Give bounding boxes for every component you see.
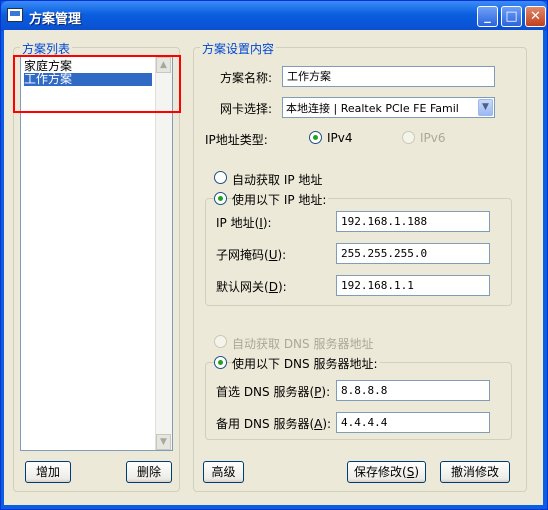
delete-button[interactable]: 删除 [126,461,172,483]
list-scrollbar[interactable]: ▲ ▼ [155,57,172,450]
ipv6-label: IPv6 [420,131,446,145]
title-bar[interactable]: 方案管理 _ □ ✕ [1,1,547,31]
settings-title: 方案设置内容 [200,40,277,57]
close-button[interactable]: ✕ [525,6,546,27]
preferred-dns-input[interactable]: 8.8.8.8 [336,380,490,401]
ipv4-label: IPv4 [327,131,353,145]
name-label: 方案名称: [220,71,273,85]
auto-ip-radio[interactable] [214,171,227,184]
alternate-dns-input[interactable]: 4.4.4.4 [336,412,490,433]
ip-type-label: IP地址类型: [205,133,268,147]
ipv6-radio[interactable] [402,131,415,144]
highlight-annotation [13,55,181,113]
add-button[interactable]: 增加 [25,461,71,483]
cancel-changes-button[interactable]: 撤消修改 [440,461,510,483]
nic-select[interactable]: 本地连接 | Realtek PCIe FE Famil ▼ [282,97,495,118]
manual-ip-radio[interactable] [214,192,227,205]
maximize-button[interactable]: □ [501,6,522,27]
window-title: 方案管理 [29,12,82,27]
minimize-button[interactable]: _ [477,6,498,27]
manual-dns-radio[interactable] [214,356,227,369]
app-icon [7,8,23,22]
advanced-button[interactable]: 高级 [203,461,244,483]
scheme-listbox[interactable]: 家庭方案 工作方案 ▲ ▼ [20,56,173,451]
subnet-mask-label: 子网掩码(U): [216,248,287,262]
auto-dns-label: 自动获取 DNS 服务器地址 [232,337,374,351]
gateway-input[interactable]: 192.168.1.1 [336,275,490,296]
manual-ip-label: 使用以下 IP 地址: [232,191,329,208]
subnet-mask-input[interactable]: 255.255.255.0 [336,243,490,264]
preferred-dns-label: 首选 DNS 服务器(P): [216,385,331,399]
chevron-down-icon[interactable]: ▼ [478,99,493,116]
ip-address-input[interactable]: 192.168.1.188 [336,211,490,232]
alternate-dns-label: 备用 DNS 服务器(A): [216,417,332,431]
manual-dns-label: 使用以下 DNS 服务器地址: [232,355,380,372]
nic-label: 网卡选择: [220,102,273,116]
auto-dns-radio[interactable] [214,335,227,348]
nic-selected-value: 本地连接 | Realtek PCIe FE Famil [286,102,459,115]
scheme-name-input[interactable]: 工作方案 [282,66,495,87]
ip-address-label: IP 地址(I): [216,216,272,230]
ipv4-radio[interactable] [309,131,322,144]
gateway-label: 默认网关(D): [216,280,287,294]
save-button[interactable]: 保存修改(S) [347,461,426,483]
scroll-down-icon[interactable]: ▼ [156,434,171,450]
auto-ip-label: 自动获取 IP 地址 [232,173,323,187]
